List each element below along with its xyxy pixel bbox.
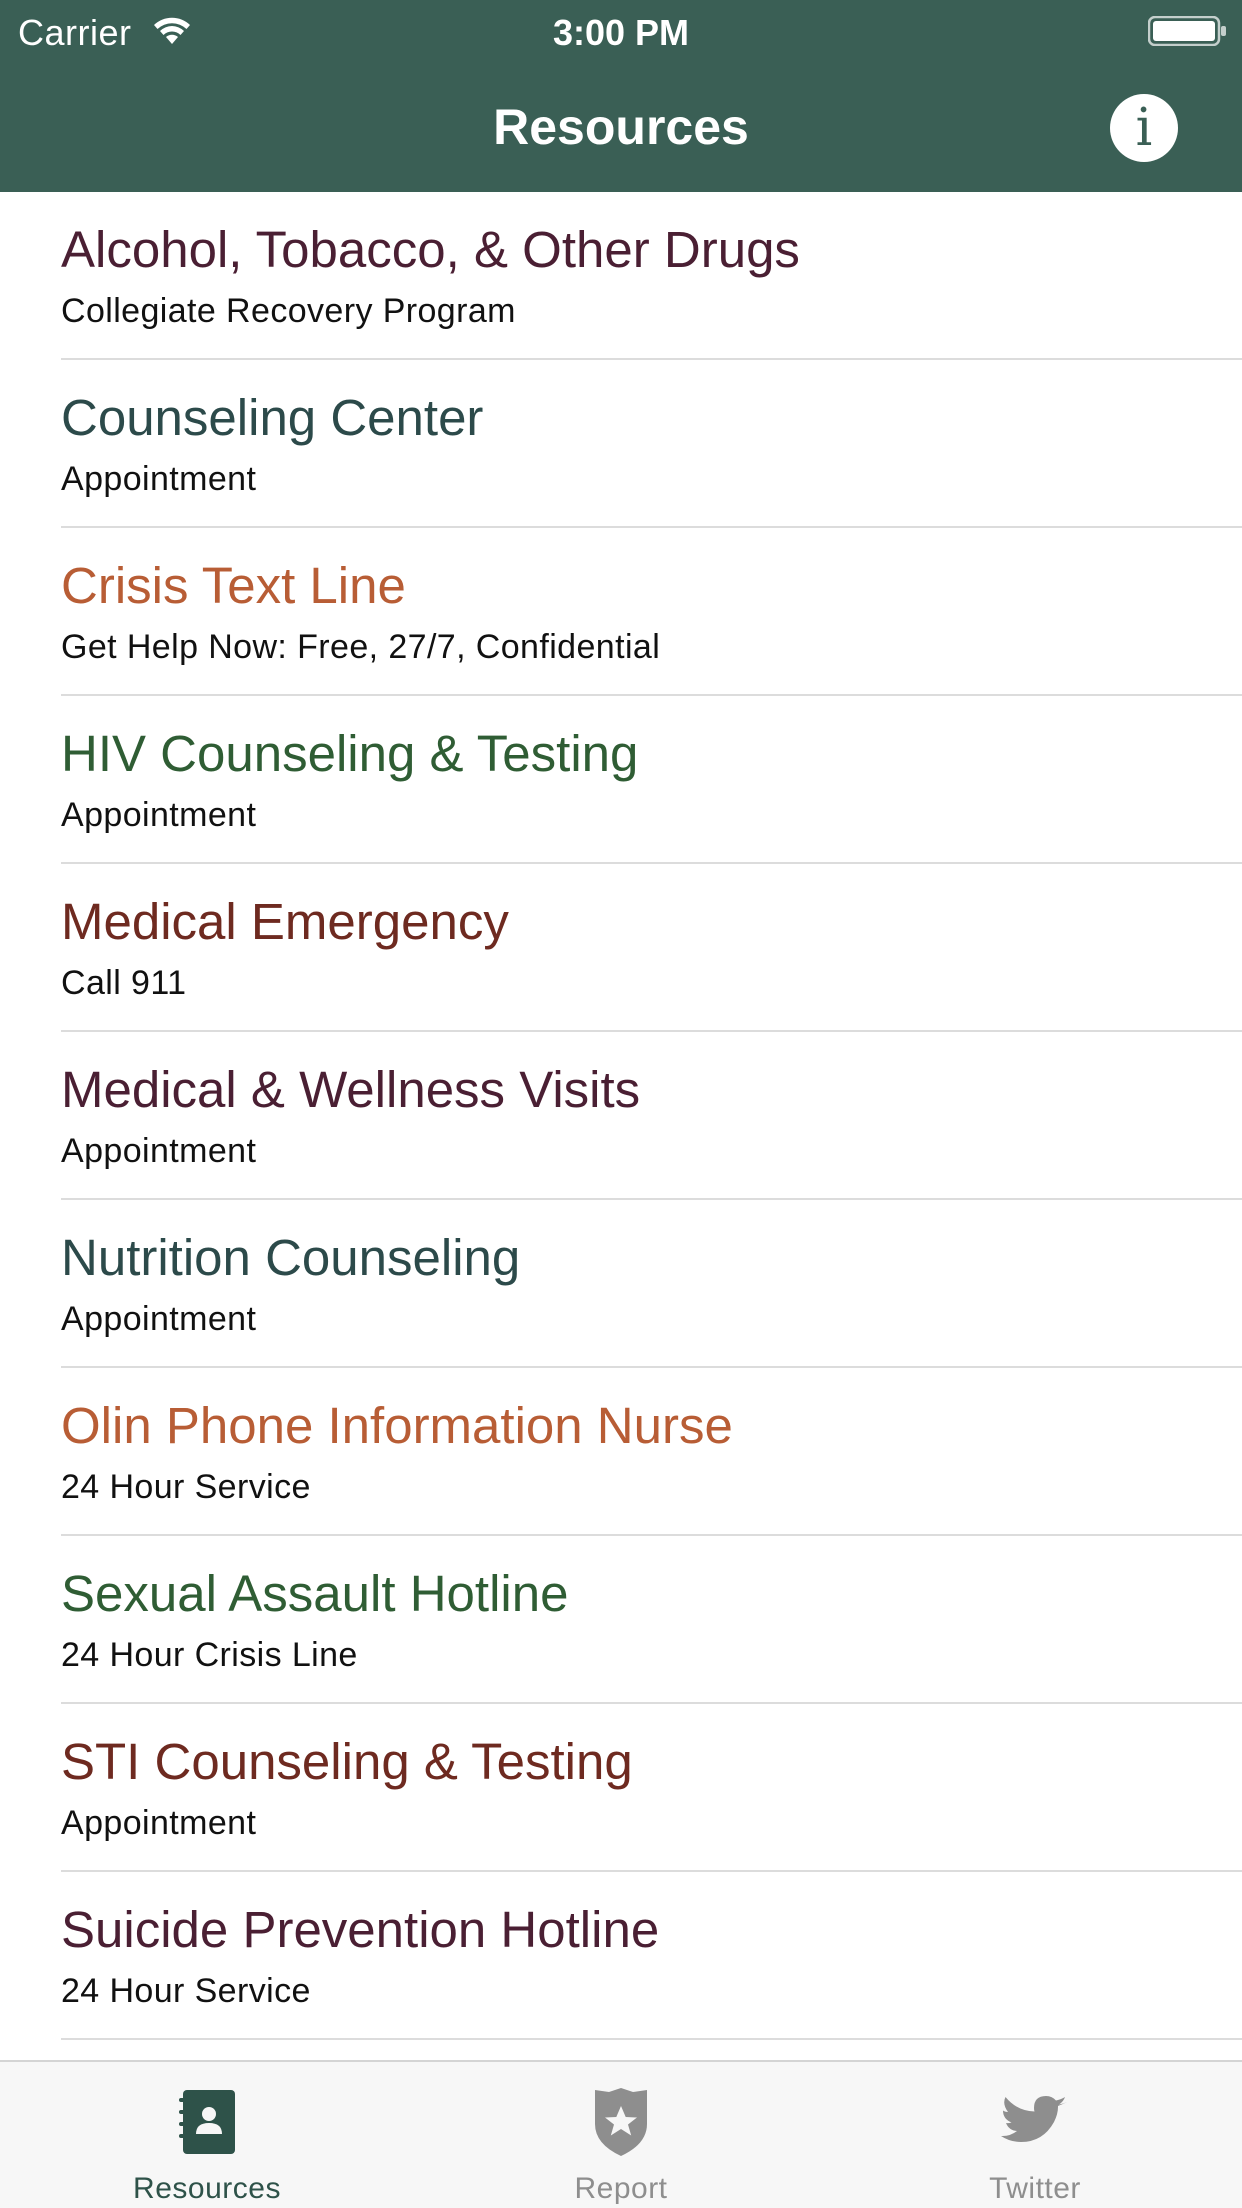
info-button[interactable]: i <box>1110 94 1178 162</box>
list-item[interactable]: Crisis Text Line Get Help Now: Free, 27/7… <box>0 528 1242 696</box>
resource-subtitle: Appointment <box>61 460 257 498</box>
list-item[interactable]: Olin Phone Information Nurse 24 Hour Serv… <box>0 1368 1242 1536</box>
list-item[interactable]: Suicide Prevention Hotline 24 Hour Servic… <box>0 1872 1242 2040</box>
resource-subtitle: Appointment <box>61 1804 257 1842</box>
header: Carrier 3:00 PM Resources i <box>0 0 1242 192</box>
battery-icon <box>1148 16 1226 46</box>
info-icon: i <box>1135 98 1153 158</box>
resource-list[interactable]: Alcohol, Tobacco, & Other Drugs Collegiat… <box>0 192 1242 2060</box>
resource-subtitle: Appointment <box>61 796 257 834</box>
resource-subtitle: 24 Hour Crisis Line <box>61 1636 358 1674</box>
list-item[interactable]: Sexual Assault Hotline 24 Hour Crisis Lin… <box>0 1536 1242 1704</box>
resource-title: Medical & Wellness Visits <box>61 1061 641 1118</box>
resource-subtitle: Collegiate Recovery Program <box>61 292 516 330</box>
resource-subtitle: 24 Hour Service <box>61 1972 311 2010</box>
resource-subtitle: Call 911 <box>61 964 187 1002</box>
tab-label: Twitter <box>989 2172 1081 2205</box>
page-title: Resources <box>493 99 749 155</box>
tab-label: Report <box>574 2172 668 2205</box>
resource-title: HIV Counseling & Testing <box>61 725 639 782</box>
app-screen: Carrier 3:00 PM Resources i Alcohol, Tob… <box>0 0 1242 2208</box>
twitter-bird-icon <box>1001 2096 1067 2142</box>
tab-twitter[interactable]: Twitter <box>828 2062 1242 2208</box>
resource-subtitle: Appointment <box>61 1132 257 1170</box>
resource-title: Crisis Text Line <box>61 557 406 614</box>
resource-title: Counseling Center <box>61 389 484 446</box>
resource-title: Olin Phone Information Nurse <box>61 1397 733 1454</box>
list-item[interactable]: Counseling Center Appointment <box>0 360 1242 528</box>
resource-title: STI Counseling & Testing <box>61 1733 633 1790</box>
list-item[interactable]: Medical Emergency Call 911 <box>0 864 1242 1032</box>
tab-label: Resources <box>133 2172 281 2205</box>
row-divider <box>61 2038 1242 2040</box>
tab-bar: Resources Report Twitter <box>0 2060 1242 2208</box>
resource-subtitle: Appointment <box>61 1300 257 1338</box>
contact-book-icon <box>179 2090 235 2154</box>
tab-report[interactable]: Report <box>414 2062 828 2208</box>
status-time: 3:00 PM <box>552 12 690 53</box>
resource-title: Suicide Prevention Hotline <box>61 1901 660 1958</box>
list-item[interactable]: STI Counseling & Testing Appointment <box>0 1704 1242 1872</box>
list-item[interactable]: Medical & Wellness Visits Appointment <box>0 1032 1242 1200</box>
resource-title: Nutrition Counseling <box>61 1229 521 1286</box>
resource-subtitle: Get Help Now: Free, 27/7, Confidential <box>61 628 661 666</box>
navigation-bar: Resources i <box>0 62 1242 192</box>
resource-title: Alcohol, Tobacco, & Other Drugs <box>61 221 800 278</box>
list-item[interactable]: HIV Counseling & Testing Appointment <box>0 696 1242 864</box>
tab-resources[interactable]: Resources <box>0 2062 414 2208</box>
resource-title: Medical Emergency <box>61 893 509 950</box>
police-badge-icon <box>595 2088 647 2156</box>
resource-title: Sexual Assault Hotline <box>61 1565 569 1622</box>
resource-subtitle: 24 Hour Service <box>61 1468 311 1506</box>
status-bar: Carrier 3:00 PM <box>0 0 1242 62</box>
list-item[interactable]: Alcohol, Tobacco, & Other Drugs Collegiat… <box>0 192 1242 360</box>
list-item[interactable]: Nutrition Counseling Appointment <box>0 1200 1242 1368</box>
